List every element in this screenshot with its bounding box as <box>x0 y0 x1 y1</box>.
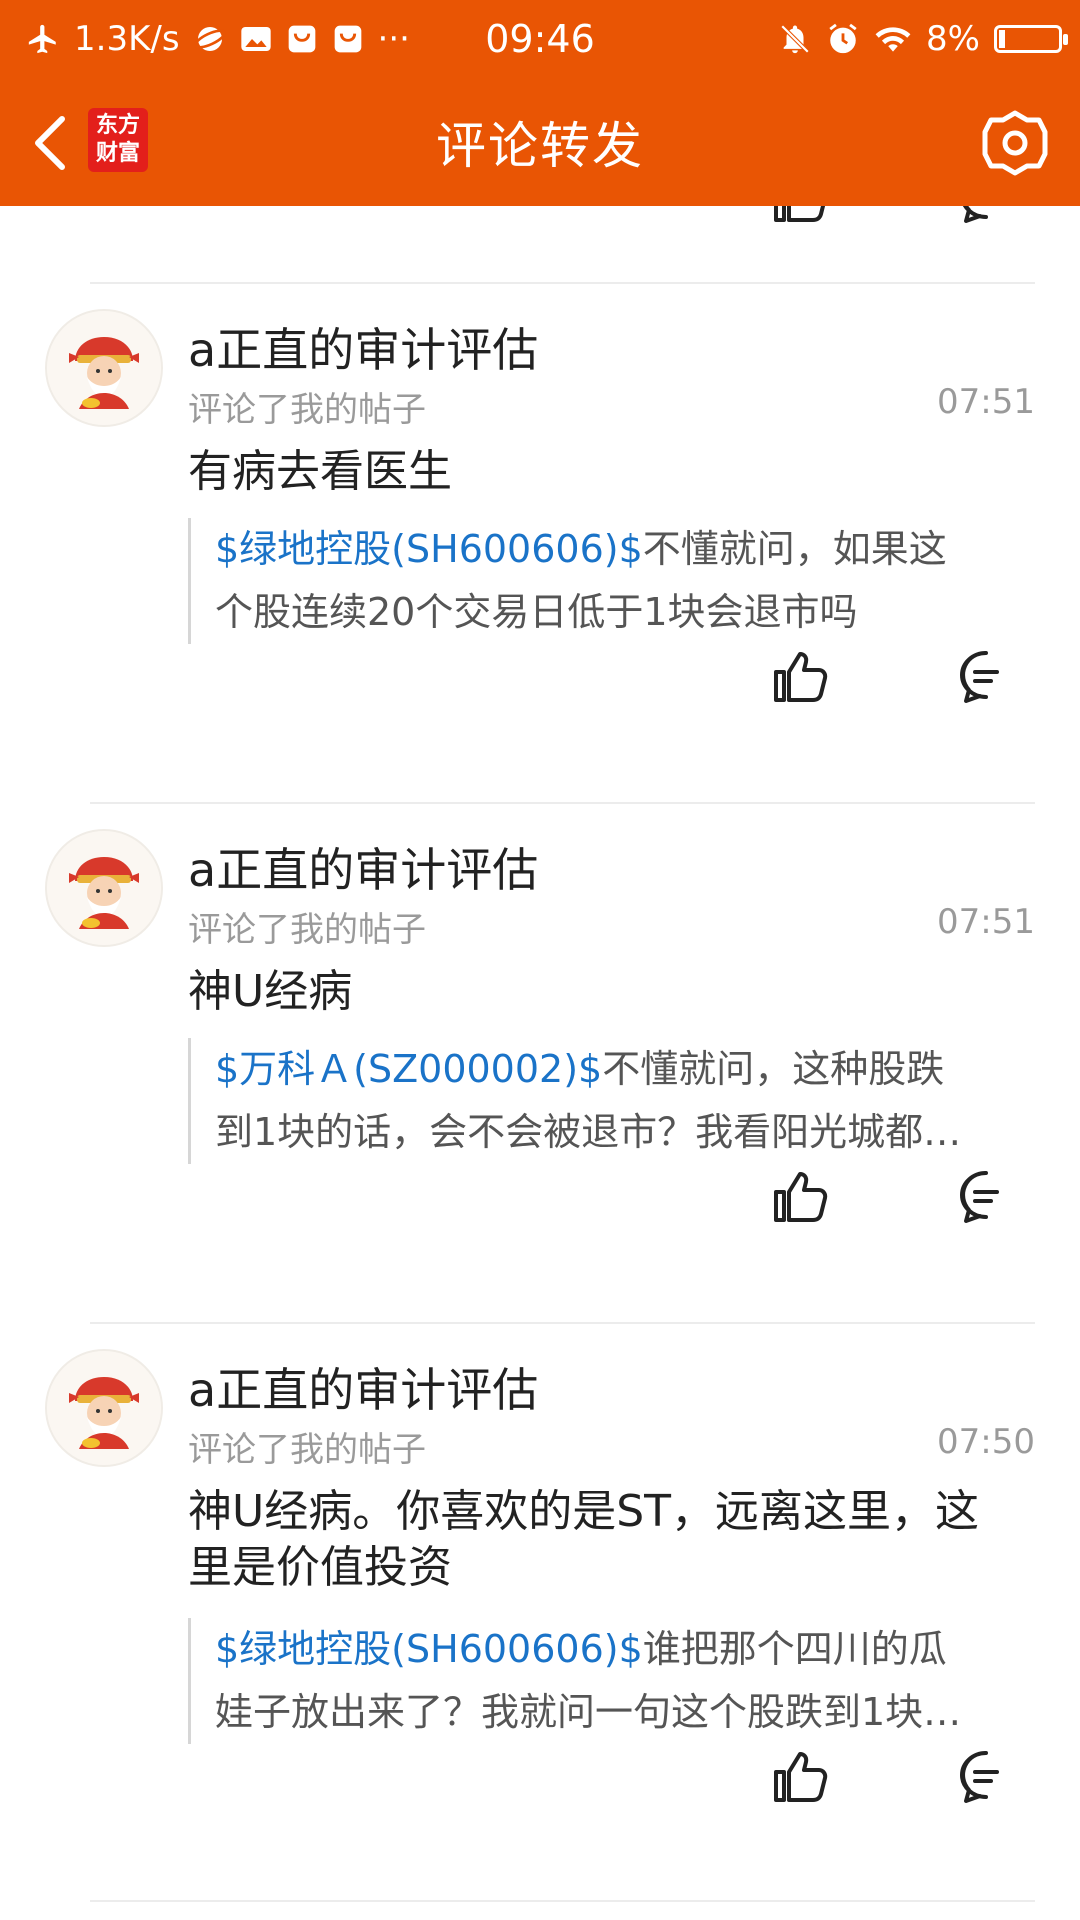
thumbs-up-icon <box>774 206 826 222</box>
gear-icon <box>982 110 1048 176</box>
chat-bubble-icon <box>962 206 988 223</box>
comment-text: 神U经病 <box>188 966 353 1017</box>
chat-bubble-icon <box>960 650 999 703</box>
quote-text-line2: 到1块的话，会不会被退市？我看阳光城都… <box>215 1110 962 1154</box>
comment-button[interactable] <box>955 646 1017 708</box>
notification-feed[interactable]: a正直的审计评估 评论了我的帖子 07:51 有病去看医生 $绿地控股(SH60… <box>0 206 1080 1920</box>
stock-link[interactable]: $万科Ａ(SZ000002)$ <box>215 1047 602 1091</box>
like-button[interactable] <box>770 1166 832 1228</box>
action-text: 评论了我的帖子 <box>188 910 426 950</box>
username[interactable]: a正直的审计评估 <box>188 834 538 900</box>
settings-button[interactable] <box>980 108 1050 178</box>
quoted-post[interactable]: $绿地控股(SH600606)$谁把那个四川的瓜 娃子放出来了？我就问一句这个股… <box>188 1618 1036 1744</box>
action-text: 评论了我的帖子 <box>188 390 426 430</box>
username[interactable]: a正直的审计评估 <box>188 314 538 380</box>
page-title: 评论转发 <box>436 117 644 175</box>
battery-percent: 8% <box>926 19 980 59</box>
status-bar: 1.3K/s ··· 09:46 8% <box>0 0 1080 78</box>
logo-text-line2: 财富 <box>95 141 140 166</box>
app-header: 评论转发 东方 财富 <box>0 78 1080 206</box>
clock: 09:46 <box>485 17 595 61</box>
mute-bell-icon <box>778 22 812 56</box>
chat-bubble-icon <box>960 1170 999 1223</box>
quote-text-line2: 娃子放出来了？我就问一句这个股跌到1块… <box>215 1690 962 1734</box>
wifi-icon <box>874 23 912 55</box>
timestamp: 07:51 <box>937 902 1035 942</box>
more-notifications: ··· <box>377 19 410 59</box>
divider <box>90 1900 1035 1902</box>
like-button[interactable] <box>770 646 832 708</box>
comment-text: 神U经病。你喜欢的是ST，远离这里，这里是价值投资 <box>188 1486 980 1593</box>
quoted-post[interactable]: $绿地控股(SH600606)$不懂就问，如果这 个股连续20个交易日低于1块会… <box>188 518 1036 644</box>
quote-text-line2: 个股连续20个交易日低于1块会退市吗 <box>215 590 858 634</box>
planet-app-icon <box>193 23 226 55</box>
item-actions <box>0 1166 1080 1236</box>
comment-text: 有病去看医生 <box>188 446 452 497</box>
chat-bubble-icon <box>960 1750 999 1803</box>
action-text: 评论了我的帖子 <box>188 1430 426 1470</box>
item-actions <box>0 1746 1080 1816</box>
app-logo: 东方 财富 <box>88 108 148 172</box>
logo-text-line1: 东方 <box>95 113 140 138</box>
bag-app-icon-2 <box>332 23 364 55</box>
god-of-wealth-avatar-icon <box>47 831 161 945</box>
item-actions <box>0 646 1080 716</box>
avatar[interactable] <box>45 309 163 427</box>
god-of-wealth-avatar-icon <box>47 311 161 425</box>
avatar[interactable] <box>45 1349 163 1467</box>
previous-item-actions <box>0 206 1080 236</box>
god-of-wealth-avatar-icon <box>47 1351 161 1465</box>
quote-text: 不懂就问，这种股跌 <box>602 1047 945 1091</box>
thumbs-up-icon <box>774 1752 828 1802</box>
quote-text: 谁把那个四川的瓜 <box>642 1627 947 1671</box>
gallery-app-icon <box>240 23 272 55</box>
thumbs-up-icon <box>774 1172 828 1222</box>
like-button[interactable] <box>770 1746 832 1808</box>
like-button[interactable] <box>770 206 832 228</box>
notification-item[interactable]: a正直的审计评估 评论了我的帖子 07:51 神U经病 $万科Ａ(SZ00000… <box>0 804 1080 1322</box>
username[interactable]: a正直的审计评估 <box>188 1354 538 1420</box>
thumbs-up-icon <box>774 652 828 702</box>
back-button[interactable] <box>18 108 82 178</box>
airplane-mode-icon <box>26 22 60 56</box>
bag-app-icon <box>286 23 318 55</box>
stock-link[interactable]: $绿地控股(SH600606)$ <box>215 527 643 571</box>
battery-icon <box>994 25 1068 53</box>
notification-item[interactable]: a正直的审计评估 评论了我的帖子 07:51 有病去看医生 $绿地控股(SH60… <box>0 284 1080 802</box>
comment-button[interactable] <box>955 206 1017 228</box>
timestamp: 07:50 <box>937 1422 1035 1462</box>
avatar[interactable] <box>45 829 163 947</box>
comment-button[interactable] <box>955 1746 1017 1808</box>
quoted-post[interactable]: $万科Ａ(SZ000002)$不懂就问，这种股跌 到1块的话，会不会被退市？我看… <box>188 1038 1036 1164</box>
quote-text: 不懂就问，如果这 <box>642 527 947 571</box>
alarm-icon <box>826 22 860 56</box>
notification-item[interactable]: a正直的审计评估 评论了我的帖子 07:50 神U经病。你喜欢的是ST，远离这里… <box>0 1324 1080 1904</box>
network-speed: 1.3K/s <box>74 19 180 59</box>
chevron-left-icon <box>35 116 65 170</box>
comment-button[interactable] <box>955 1166 1017 1228</box>
timestamp: 07:51 <box>937 382 1035 422</box>
stock-link[interactable]: $绿地控股(SH600606)$ <box>215 1627 643 1671</box>
